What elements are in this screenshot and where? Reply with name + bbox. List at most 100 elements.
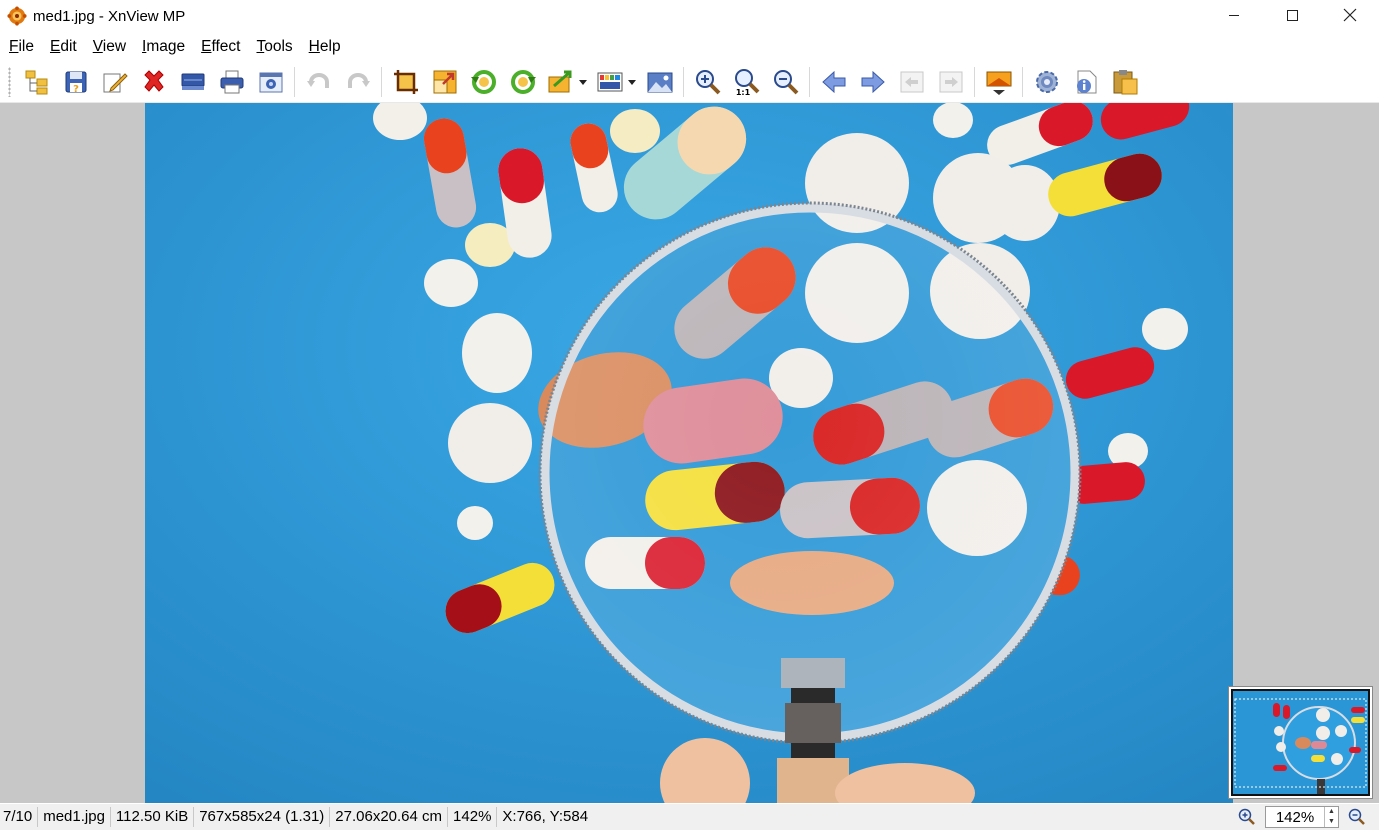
- undo-button[interactable]: [301, 64, 337, 100]
- menu-effect-label: ffect: [211, 38, 241, 55]
- previous-button[interactable]: [816, 64, 852, 100]
- rotate-right-icon: [510, 69, 536, 94]
- zoom-in-button[interactable]: [690, 64, 726, 100]
- menu-edit[interactable]: Edit: [42, 33, 85, 60]
- menu-help-mnemonic: H: [308, 38, 320, 55]
- edit-button[interactable]: [97, 64, 133, 100]
- menu-file[interactable]: File: [1, 33, 42, 60]
- status-zoom: 142%: [448, 807, 498, 827]
- resize-button[interactable]: [427, 64, 463, 100]
- capture-button[interactable]: [253, 64, 289, 100]
- zoom-level-value[interactable]: 142%: [1266, 809, 1324, 826]
- menu-view[interactable]: View: [85, 33, 134, 60]
- crop-icon: [393, 69, 418, 94]
- status-print-size: 27.06x20.64 cm: [330, 807, 449, 827]
- menu-image[interactable]: Image: [134, 33, 193, 60]
- browser-button[interactable]: [19, 64, 55, 100]
- scan-button[interactable]: [175, 64, 211, 100]
- first-button[interactable]: [894, 64, 930, 100]
- crop-button[interactable]: [388, 64, 424, 100]
- last-button[interactable]: [933, 64, 969, 100]
- toolbar-separator: [974, 66, 975, 97]
- zoom-spin-up[interactable]: ▲: [1325, 807, 1338, 817]
- zoom-level-spinbox[interactable]: 142% ▲ ▼: [1265, 806, 1339, 828]
- print-icon: [220, 70, 243, 93]
- zoom-in-status-button[interactable]: [1237, 807, 1257, 827]
- menu-file-label: ile: [18, 38, 34, 55]
- adjust-icon: [597, 72, 636, 91]
- menu-effect[interactable]: Effect: [193, 33, 248, 60]
- resize-icon: [433, 70, 456, 93]
- info-icon: [1076, 70, 1096, 93]
- svg-text:?: ?: [73, 84, 79, 95]
- redo-icon: [347, 72, 370, 88]
- navigator-thumbnail[interactable]: [1228, 686, 1373, 799]
- menu-help-label: elp: [319, 38, 341, 55]
- zoom-out-icon: [773, 69, 798, 94]
- save-icon: ?: [65, 71, 86, 95]
- clipboard-button[interactable]: [1107, 64, 1143, 100]
- window-title: med1.jpg - XnView MP: [33, 7, 186, 25]
- navigator-preview: [1233, 691, 1368, 794]
- next-icon: [861, 70, 885, 93]
- status-filename: med1.jpg: [38, 807, 111, 827]
- main-image[interactable]: [145, 103, 1233, 803]
- toolbar-separator: [294, 66, 295, 97]
- print-button[interactable]: [214, 64, 250, 100]
- first-icon: [900, 71, 923, 92]
- scan-icon: [181, 73, 204, 90]
- settings-icon: [1035, 70, 1058, 93]
- status-bar: 7/10 med1.jpg 112.50 KiB 767x585x24 (1.3…: [0, 804, 1379, 830]
- window-controls: [1205, 0, 1379, 30]
- zoom-1to1-button[interactable]: 1:1: [729, 64, 765, 100]
- main-toolbar: ? 1:1: [0, 61, 1379, 103]
- menu-edit-mnemonic: E: [49, 38, 61, 55]
- menu-help[interactable]: Help: [301, 33, 349, 60]
- rotate-right-button[interactable]: [505, 64, 541, 100]
- maximize-button[interactable]: [1263, 0, 1321, 30]
- toolbar-grip[interactable]: [8, 66, 11, 97]
- minimize-button[interactable]: [1205, 0, 1263, 30]
- redo-button[interactable]: [340, 64, 376, 100]
- zoom-spin-down[interactable]: ▼: [1325, 817, 1338, 827]
- adjust-dropdown-button[interactable]: [593, 64, 639, 100]
- status-file-index: 7/10: [0, 807, 39, 827]
- pills-magnifier-photo: [145, 103, 1233, 803]
- save-button[interactable]: ?: [58, 64, 94, 100]
- minimize-icon: [1229, 15, 1239, 16]
- slideshow-button[interactable]: [981, 64, 1017, 100]
- delete-icon: [143, 69, 164, 92]
- menu-image-label: mage: [146, 38, 186, 55]
- zoom-out-icon: [1348, 808, 1365, 825]
- clipboard-icon: [1113, 69, 1137, 94]
- transform-dropdown-button[interactable]: [544, 64, 590, 100]
- image-button[interactable]: [642, 64, 678, 100]
- undo-icon: [306, 72, 329, 88]
- zoom-in-icon: [695, 69, 720, 94]
- zoom-out-button[interactable]: [768, 64, 804, 100]
- maximize-icon: [1286, 9, 1298, 21]
- next-button[interactable]: [855, 64, 891, 100]
- zoom-spin-arrows[interactable]: ▲ ▼: [1324, 807, 1338, 827]
- edit-icon: [103, 72, 128, 92]
- slideshow-icon: [986, 71, 1011, 95]
- toolbar-separator: [381, 66, 382, 97]
- browser-icon: [25, 70, 47, 94]
- transform-icon: [548, 70, 587, 92]
- toolbar-separator: [809, 66, 810, 97]
- menu-bar: File Edit View Image Effect Tools Help: [0, 33, 1379, 60]
- zoom-in-icon: [1238, 808, 1255, 825]
- menu-tools[interactable]: Tools: [248, 33, 300, 60]
- settings-button[interactable]: [1029, 64, 1065, 100]
- menu-view-mnemonic: V: [92, 38, 103, 55]
- info-button[interactable]: [1068, 64, 1104, 100]
- close-button[interactable]: [1321, 0, 1379, 30]
- toolbar-separator: [683, 66, 684, 97]
- delete-button[interactable]: [136, 64, 172, 100]
- zoom-out-status-button[interactable]: [1347, 807, 1367, 827]
- rotate-left-button[interactable]: [466, 64, 502, 100]
- close-icon: [1343, 8, 1357, 22]
- previous-icon: [821, 70, 845, 93]
- image-viewer[interactable]: [0, 103, 1379, 803]
- xnview-app-icon[interactable]: [6, 5, 28, 27]
